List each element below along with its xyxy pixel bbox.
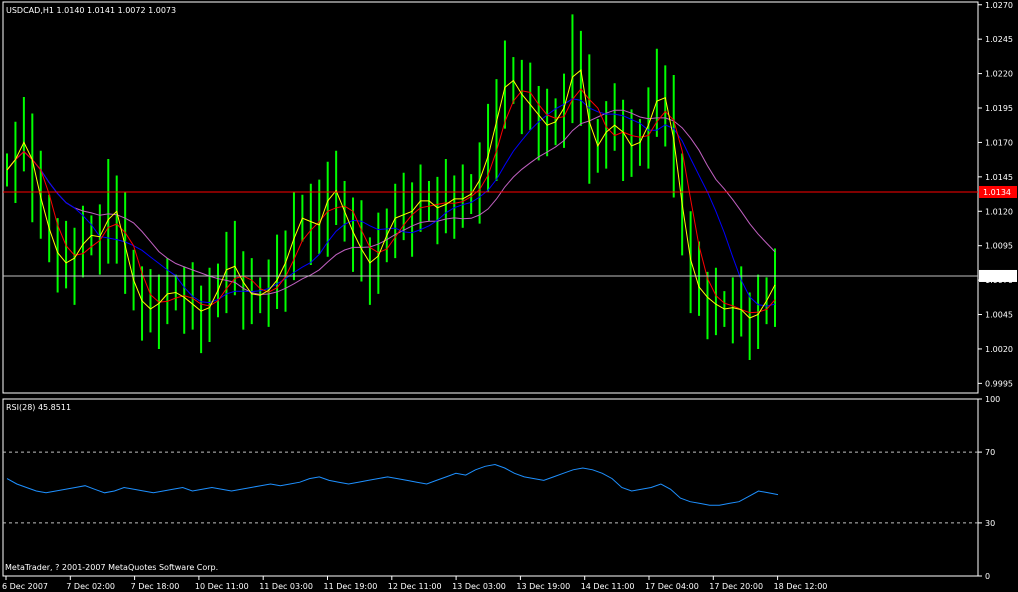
rsi-tick-label: 70 (985, 448, 995, 457)
time-tick-label: 11 Dec 03:00 (259, 582, 313, 591)
price-tick-label: 1.0120 (985, 207, 1013, 216)
time-tick-label: 14 Dec 11:00 (581, 582, 635, 591)
time-tick-label: 11 Dec 19:00 (324, 582, 378, 591)
price-tick-label: 1.0095 (985, 242, 1013, 251)
rsi-header: RSI(28) 45.8511 (6, 403, 71, 412)
time-tick-label: 7 Dec 02:00 (66, 582, 115, 591)
rsi-tick-label: 0 (985, 572, 990, 581)
rsi-line (6, 463, 779, 506)
level-price-label: 1.0134 (983, 188, 1011, 197)
moving-average-slow (6, 98, 776, 307)
price-tick-label: 1.0045 (985, 311, 1013, 320)
time-tick-label: 17 Dec 20:00 (709, 582, 763, 591)
chart-window[interactable]: 1.0270 1.0245 1.0220 1.0195 1.0170 1.0145 1.01… (0, 0, 1018, 592)
rsi-tick-label: 100 (985, 395, 1000, 404)
moving-average-mid (6, 88, 776, 314)
price-tick-label: 1.0020 (985, 345, 1013, 354)
price-tick-label: 1.0245 (985, 35, 1013, 44)
time-tick-label: 10 Dec 11:00 (195, 582, 249, 591)
rsi-panel-frame (2, 398, 979, 577)
price-tick-label: 1.0145 (985, 173, 1013, 182)
time-tick-label: 13 Dec 19:00 (516, 582, 570, 591)
time-tick-label: 7 Dec 18:00 (131, 582, 180, 591)
bid-price-label: 1.0073 (983, 272, 1011, 281)
moving-average-long (6, 109, 776, 296)
rsi-tick-label: 30 (985, 519, 995, 528)
symbol-header: USDCAD,H1 1.0140 1.0141 1.0072 1.0073 (6, 6, 176, 15)
copyright-text: MetaTrader, ? 2001-2007 MetaQuotes Softw… (5, 563, 218, 572)
price-tick-label: 1.0270 (985, 1, 1013, 10)
time-tick-label: 17 Dec 04:00 (645, 582, 699, 591)
price-tick-label: 0.9995 (985, 379, 1013, 388)
time-tick-label: 13 Dec 03:00 (452, 582, 506, 591)
time-tick-label: 18 Dec 12:00 (774, 582, 828, 591)
time-tick-label: 6 Dec 2007 (2, 582, 48, 591)
moving-average-fast (6, 69, 776, 319)
time-tick-label: 12 Dec 11:00 (388, 582, 442, 591)
candles-group (6, 14, 776, 360)
main-chart-frame (2, 1, 979, 394)
price-tick-label: 1.0220 (985, 70, 1013, 79)
price-tick-label: 1.0195 (985, 104, 1013, 113)
price-tick-label: 1.0170 (985, 138, 1013, 147)
